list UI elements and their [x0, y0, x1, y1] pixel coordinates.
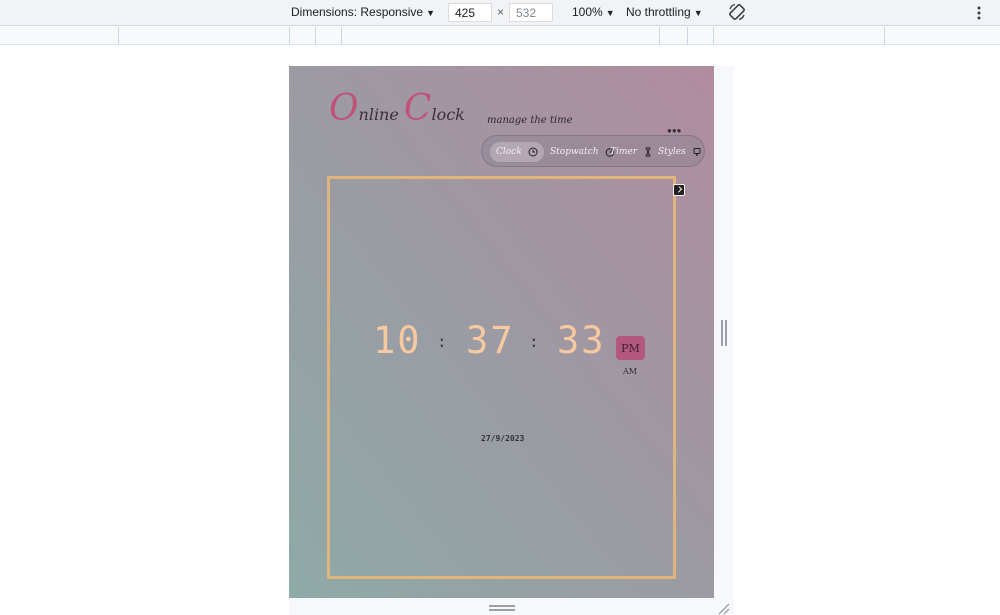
- times-symbol: ×: [497, 5, 505, 19]
- logo-word-rest-2: lock: [431, 105, 465, 124]
- dimensions-dropdown[interactable]: Dimensions: Responsive ▼: [291, 5, 435, 19]
- hours-display: 10: [373, 319, 422, 362]
- date-display: 27/9/2023: [481, 434, 525, 443]
- nav-styles-label: Styles: [658, 147, 686, 157]
- throttling-caret-icon: ▼: [693, 8, 703, 18]
- app-logo[interactable]: Online Clock: [329, 88, 465, 129]
- logo-initial-o: O: [329, 88, 359, 129]
- ruler-tick: [884, 27, 885, 45]
- nav-timer[interactable]: Timer: [604, 142, 659, 162]
- clock-icon: [528, 147, 538, 157]
- menu-dots-icon[interactable]: ●●●: [667, 126, 682, 135]
- resize-handle-right[interactable]: [721, 320, 727, 346]
- time-separator: :: [437, 332, 447, 351]
- nav-styles[interactable]: Styles: [652, 142, 708, 162]
- logo-initial-c: C: [403, 88, 432, 129]
- device-viewport: Online Clock manage the time ●●● Clock S…: [289, 66, 714, 598]
- height-input[interactable]: [509, 3, 553, 22]
- ruler-tick: [289, 27, 290, 45]
- more-options-icon[interactable]: [974, 4, 984, 22]
- dimensions-label: Dimensions: Responsive: [291, 5, 424, 19]
- pm-indicator[interactable]: PM: [616, 336, 645, 360]
- resize-handle-bottom[interactable]: [489, 605, 515, 611]
- rotate-icon[interactable]: [727, 2, 747, 22]
- main-nav: Clock Stopwatch Timer Styles: [481, 135, 705, 167]
- ruler-tick: [118, 27, 119, 45]
- throttling-dropdown[interactable]: No throttling ▼: [626, 5, 703, 19]
- ruler-tick: [341, 27, 342, 45]
- width-input[interactable]: [448, 3, 492, 22]
- tagline: manage the time: [487, 115, 573, 126]
- fullscreen-icon[interactable]: [673, 184, 685, 196]
- ruler-tick: [659, 27, 660, 45]
- palette-icon: [693, 148, 701, 156]
- dimensions-caret-icon: ▼: [426, 8, 435, 18]
- clock-frame: [327, 176, 676, 579]
- devtools-device-toolbar: Dimensions: Responsive▼ × 100%▼ No throt…: [0, 0, 1000, 26]
- ruler-tick: [315, 27, 316, 45]
- resize-corner-grip-icon[interactable]: [716, 601, 730, 615]
- ruler-tick: [713, 27, 714, 45]
- logo-word-rest-1: nline: [358, 105, 399, 124]
- am-indicator[interactable]: AM: [623, 367, 637, 376]
- seconds-display: 33: [557, 319, 606, 362]
- nav-clock[interactable]: Clock: [490, 142, 544, 162]
- minutes-display: 37: [466, 319, 515, 362]
- media-query-ruler[interactable]: [0, 27, 1000, 45]
- nav-timer-label: Timer: [610, 147, 638, 157]
- zoom-label: 100%: [572, 5, 603, 19]
- ruler-tick: [687, 27, 688, 45]
- nav-stopwatch-label: Stopwatch: [550, 147, 599, 157]
- nav-clock-label: Clock: [496, 147, 522, 157]
- zoom-caret-icon: ▼: [605, 8, 615, 18]
- throttling-label: No throttling: [626, 5, 691, 19]
- time-separator: :: [529, 332, 539, 351]
- zoom-dropdown[interactable]: 100% ▼: [572, 5, 615, 19]
